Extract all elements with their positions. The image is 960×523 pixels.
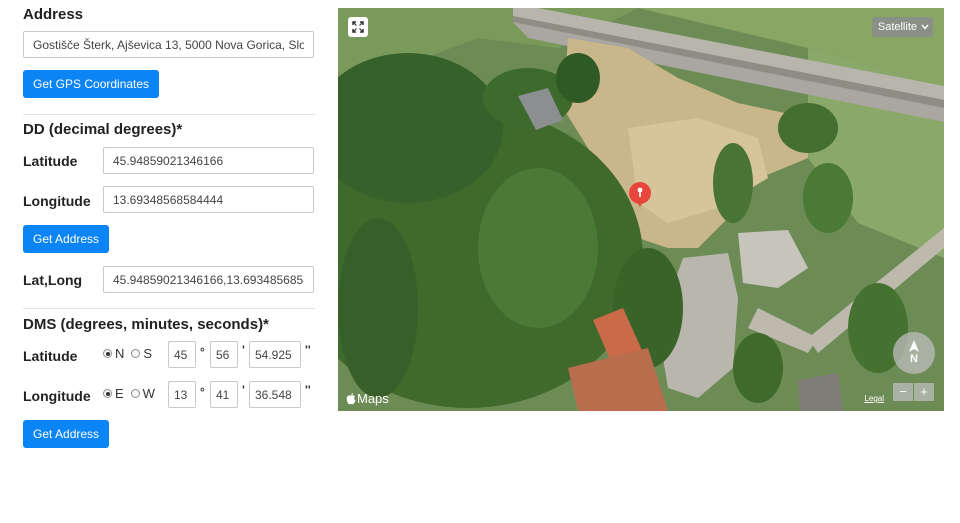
- radio-south[interactable]: [131, 349, 141, 358]
- dd-longitude-input[interactable]: [103, 186, 314, 213]
- lng-degrees-input[interactable]: [168, 381, 196, 408]
- latitude-hemisphere: N S: [103, 346, 159, 361]
- map-type-select[interactable]: Satellite: [871, 17, 933, 37]
- radio-west-label: W: [142, 386, 155, 401]
- radio-east[interactable]: [103, 389, 112, 398]
- dms-get-address-button[interactable]: Get Address: [23, 420, 110, 448]
- dd-latitude-input[interactable]: [103, 147, 314, 174]
- dd-get-address-button[interactable]: Get Address: [23, 225, 110, 253]
- fullscreen-icon: [352, 21, 364, 33]
- dms-latitude-label: Latitude: [23, 348, 78, 364]
- second-symbol: '': [305, 343, 311, 357]
- dd-latitude-label: Latitude: [23, 153, 78, 169]
- radio-north[interactable]: [103, 349, 112, 358]
- compass-north-label: N: [910, 353, 918, 365]
- address-input[interactable]: [23, 31, 314, 58]
- dd-title: DD (decimal degrees)*: [23, 121, 183, 138]
- radio-north-label: N: [115, 346, 125, 361]
- degree-symbol: °: [200, 345, 205, 359]
- divider: [23, 308, 315, 309]
- dms-title: DMS (degrees, minutes, seconds)*: [23, 316, 269, 333]
- apple-logo-icon: [346, 392, 356, 404]
- lat-degrees-input[interactable]: [168, 341, 196, 368]
- radio-east-label: E: [115, 386, 124, 401]
- satellite-map[interactable]: Satellite N − + Maps Legal: [338, 8, 944, 411]
- lng-minutes-input[interactable]: [210, 381, 238, 408]
- longitude-hemisphere: E W: [103, 386, 162, 401]
- latlng-input[interactable]: [103, 266, 314, 293]
- lng-seconds-input[interactable]: [249, 381, 301, 408]
- lat-minutes-input[interactable]: [210, 341, 238, 368]
- chevron-down-icon: [921, 24, 929, 30]
- compass-control[interactable]: N: [893, 332, 935, 374]
- fullscreen-button[interactable]: [348, 17, 368, 37]
- dms-longitude-label: Longitude: [23, 388, 91, 404]
- dd-longitude-label: Longitude: [23, 193, 91, 209]
- divider: [23, 114, 315, 115]
- address-title: Address: [23, 6, 84, 23]
- zoom-out-button[interactable]: −: [893, 383, 913, 401]
- legal-link[interactable]: Legal: [864, 394, 884, 403]
- radio-south-label: S: [143, 346, 153, 361]
- map-type-label: Satellite: [877, 21, 917, 33]
- maps-brand-label: Maps: [357, 391, 389, 406]
- get-gps-coordinates-button[interactable]: Get GPS Coordinates: [23, 70, 160, 98]
- lat-seconds-input[interactable]: [249, 341, 301, 368]
- zoom-controls: − +: [893, 383, 934, 401]
- location-pin-icon[interactable]: [628, 182, 652, 213]
- maps-brand: Maps: [346, 391, 389, 406]
- degree-symbol: °: [200, 385, 205, 399]
- latlng-label: Lat,Long: [23, 272, 83, 288]
- second-symbol: '': [305, 383, 311, 397]
- zoom-in-button[interactable]: +: [914, 383, 934, 401]
- radio-west[interactable]: [130, 389, 140, 398]
- minute-symbol: ': [242, 343, 245, 357]
- minute-symbol: ': [242, 383, 245, 397]
